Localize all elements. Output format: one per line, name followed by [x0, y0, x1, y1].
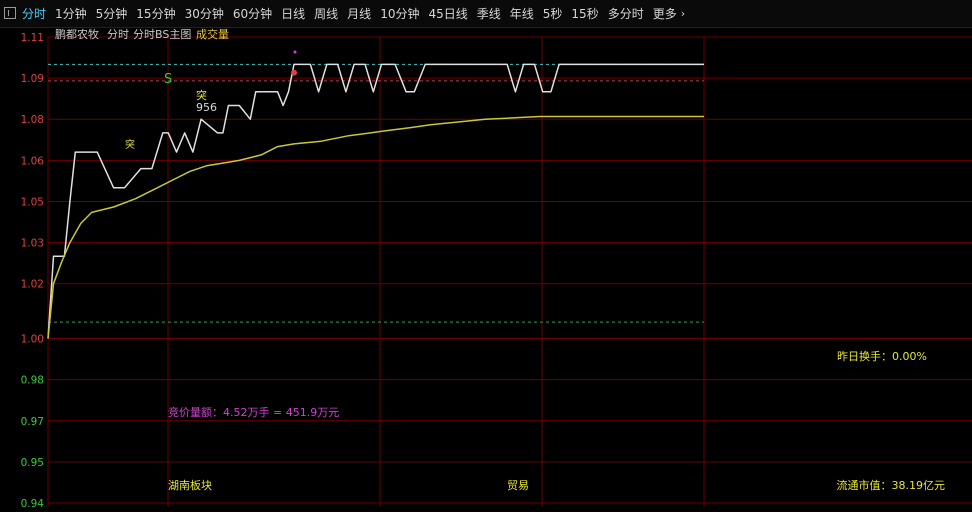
breakout-marker: 突	[196, 88, 207, 102]
tab-3[interactable]: 15分钟	[136, 5, 175, 22]
y-tick-label: 1.05	[21, 196, 44, 208]
period-tabs: 分时 1分钟 5分钟 15分钟 30分钟 60分钟 日线 周线 月线 10分钟 45日线 季线 年线 5秒…	[22, 0, 685, 27]
tab-8[interactable]: 月线	[347, 5, 371, 22]
chevron-right-icon[interactable]: ›	[681, 7, 685, 20]
bid-volume-label: 竞价量额：4.52万手 = 451.9万元	[168, 405, 339, 419]
y-tick-label: 1.09	[21, 73, 44, 85]
y-tick-label: 1.06	[21, 155, 45, 167]
stock-name: 鹏都农牧	[55, 27, 99, 41]
y-tick-label: 0.98	[21, 375, 44, 387]
sell-signal-marker: S	[164, 72, 172, 87]
signal-dot	[291, 69, 297, 76]
tab-0[interactable]: 分时	[22, 5, 46, 22]
breakout-volume-label: 956	[196, 101, 217, 114]
tab-1[interactable]: 1分钟	[55, 5, 87, 22]
dot-marker	[293, 50, 297, 54]
tab-9[interactable]: 10分钟	[380, 5, 419, 22]
y-tick-label: 0.97	[21, 416, 44, 428]
intraday-chart: 1.11 1.09 1.08 1.06 1.05 1.03 1.02 1.00 0.98 0.97…	[0, 27, 972, 512]
header-item-volume: 成交量	[196, 27, 229, 41]
y-tick-label: 0.95	[21, 457, 44, 469]
tab-10[interactable]: 45日线	[428, 5, 467, 22]
tab-2[interactable]: 5分钟	[96, 5, 128, 22]
turnover-label: 昨日换手：0.00%	[837, 349, 927, 363]
sector-label-mid: 贸易	[507, 479, 529, 492]
tab-12[interactable]: 年线	[510, 5, 534, 22]
tab-16[interactable]: 更多	[653, 5, 677, 22]
y-tick-label: 0.94	[21, 498, 45, 508]
y-tick-label: 1.02	[21, 279, 44, 291]
tab-15[interactable]: 多分时	[608, 5, 644, 22]
y-tick-label: 1.03	[21, 238, 44, 250]
tab-6[interactable]: 日线	[281, 5, 305, 22]
header-item-intraday: 分时	[107, 28, 129, 41]
average-price-line	[47, 115, 704, 339]
header-item-bs: 分时BS主图	[133, 28, 191, 41]
tab-11[interactable]: 季线	[477, 5, 501, 22]
tab-13[interactable]: 5秒	[543, 5, 563, 22]
float-mktcap-label: 流通市值：38.19亿元	[837, 478, 946, 492]
period-toolbar: 分时 1分钟 5分钟 15分钟 30分钟 60分钟 日线 周线 月线 10分钟 45日线 季线 年线 5秒…	[0, 0, 972, 28]
y-tick-label: 1.00	[21, 334, 44, 346]
y-tick-label: 1.11	[21, 32, 44, 44]
tab-7[interactable]: 周线	[314, 5, 338, 22]
breakout-marker-2: 突	[125, 138, 135, 151]
y-tick-label: 1.08	[21, 114, 44, 126]
tab-14[interactable]: 15秒	[571, 5, 598, 22]
panel-toggle-icon[interactable]	[4, 7, 16, 19]
sector-label-left: 湖南板块	[168, 478, 212, 492]
tab-5[interactable]: 60分钟	[233, 5, 272, 22]
chart-canvas: 1.11 1.09 1.08 1.06 1.05 1.03 1.02 1.00 0.98 0.97…	[0, 27, 972, 510]
tab-4[interactable]: 30分钟	[185, 5, 224, 22]
